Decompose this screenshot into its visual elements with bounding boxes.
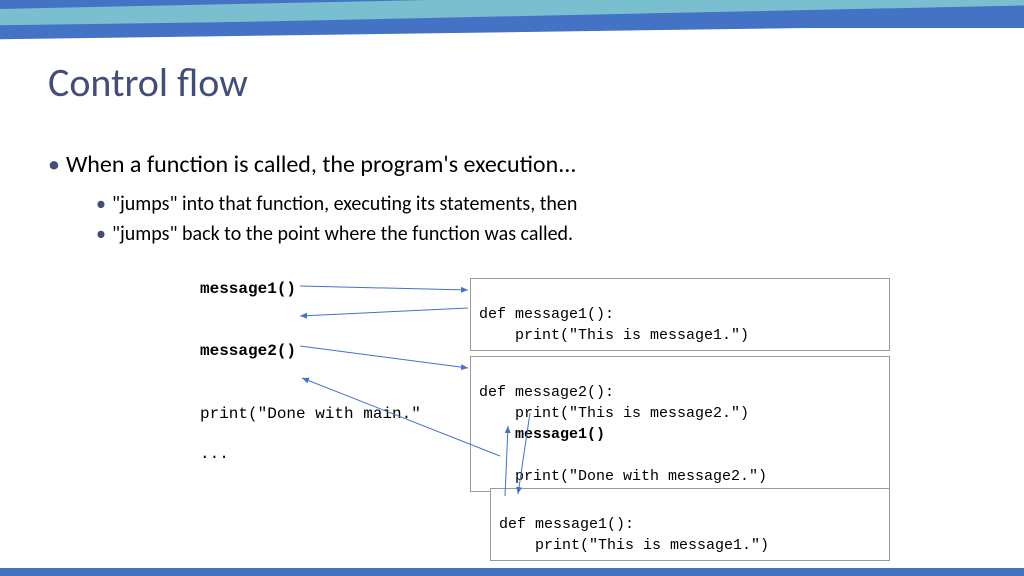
bottom-band bbox=[0, 568, 1024, 576]
main-code: message1() message2() print("Done with m… bbox=[200, 278, 450, 468]
def-message1-box: def message1(): print("This is message1.… bbox=[470, 278, 890, 351]
box2-l1: def message2(): bbox=[479, 384, 614, 401]
call-message1: message1() bbox=[200, 278, 450, 300]
def-message1-box-2: def message1(): print("This is message1.… bbox=[490, 488, 890, 561]
box3-l1: def message1(): bbox=[499, 516, 634, 533]
top-band-blue-lower bbox=[0, 0, 1024, 44]
box2-l2: print("This is message2.") bbox=[479, 405, 749, 422]
ellipsis: ... bbox=[200, 443, 450, 465]
bullet-main-text: When a function is called, the program's… bbox=[66, 150, 576, 179]
bullet-list: •When a function is called, the program'… bbox=[48, 150, 577, 249]
print-done-main: print("Done with main." bbox=[200, 403, 450, 425]
bullet-sub-2: •"jumps" back to the point where the fun… bbox=[96, 219, 577, 249]
box3-l2: print("This is message1.") bbox=[499, 537, 769, 554]
box2-l3: message1() bbox=[479, 426, 605, 443]
slide: Control flow •When a function is called,… bbox=[0, 0, 1024, 576]
box1-l1: def message1(): bbox=[479, 306, 614, 323]
def-message2-box: def message2(): print("This is message2.… bbox=[470, 356, 890, 492]
box1-l2: print("This is message1.") bbox=[479, 327, 749, 344]
box2-l5: print("Done with message2.") bbox=[479, 468, 767, 485]
bullet-sub-1: •"jumps" into that function, executing i… bbox=[96, 189, 577, 219]
bullet-sub2-text: "jumps" back to the point where the func… bbox=[112, 222, 573, 246]
bullet-sub1-text: "jumps" into that function, executing it… bbox=[112, 192, 577, 216]
call-message2: message2() bbox=[200, 340, 450, 362]
page-title: Control flow bbox=[48, 58, 248, 107]
bullet-main: •When a function is called, the program'… bbox=[48, 150, 577, 179]
